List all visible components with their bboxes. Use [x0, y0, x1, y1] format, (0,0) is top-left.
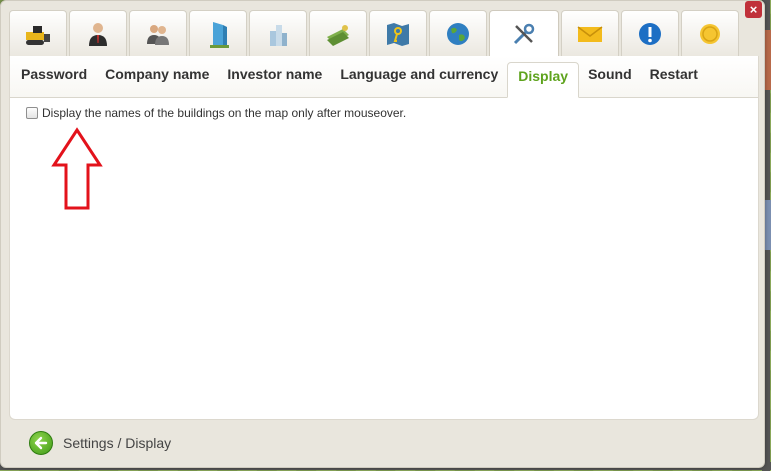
settings-dialog: × Password Company name Investor name La… — [0, 0, 765, 468]
map-key-icon — [387, 22, 409, 46]
tab-language-and-currency[interactable]: Language and currency — [331, 61, 507, 97]
tab-display[interactable]: Display — [507, 62, 580, 98]
money-icon — [327, 24, 349, 46]
globe-icon — [447, 22, 469, 45]
businessman-icon — [89, 22, 107, 46]
menu-tab-info[interactable] — [621, 10, 679, 56]
tab-company-name[interactable]: Company name — [96, 61, 218, 97]
breadcrumb: Settings / Display — [63, 435, 172, 451]
menu-tab-messages[interactable] — [561, 10, 619, 56]
menu-tab-city[interactable] — [249, 10, 307, 56]
city-buildings-icon — [270, 24, 287, 46]
info-icon — [639, 22, 661, 45]
settings-panel: Password Company name Investor name Lang… — [9, 56, 759, 420]
tab-restart[interactable]: Restart — [641, 61, 707, 97]
menu-tab-profile[interactable] — [69, 10, 127, 56]
main-menu-icon-bar — [9, 10, 759, 57]
annotation-arrow — [51, 127, 103, 210]
settings-subtabs: Password Company name Investor name Lang… — [10, 56, 758, 98]
menu-tab-investors[interactable] — [129, 10, 187, 56]
menu-tab-coins[interactable] — [681, 10, 739, 56]
tab-password[interactable]: Password — [12, 61, 96, 97]
office-building-icon — [210, 21, 229, 48]
menu-tab-offices[interactable] — [189, 10, 247, 56]
menu-tab-world[interactable] — [429, 10, 487, 56]
menu-tab-finance[interactable] — [309, 10, 367, 56]
close-button[interactable]: × — [745, 1, 762, 18]
tab-investor-name[interactable]: Investor name — [218, 61, 331, 97]
building-names-label: Display the names of the buildings on th… — [42, 106, 407, 120]
bulldozer-icon — [26, 25, 50, 45]
display-option-row: Display the names of the buildings on th… — [26, 106, 406, 120]
map-building — [764, 200, 771, 250]
menu-tab-map[interactable] — [369, 10, 427, 56]
dialog-footer: Settings / Display — [29, 431, 171, 455]
menu-tab-construction[interactable] — [9, 10, 67, 56]
mail-icon — [577, 25, 603, 42]
tools-settings-icon — [513, 23, 535, 45]
tab-sound[interactable]: Sound — [579, 61, 641, 97]
map-building — [764, 30, 771, 90]
arrow-left-icon — [34, 436, 48, 450]
users-icon — [147, 24, 169, 45]
building-names-checkbox[interactable] — [26, 107, 38, 119]
coin-icon — [700, 23, 720, 44]
menu-tab-settings[interactable] — [489, 10, 559, 57]
back-button[interactable] — [29, 431, 53, 455]
